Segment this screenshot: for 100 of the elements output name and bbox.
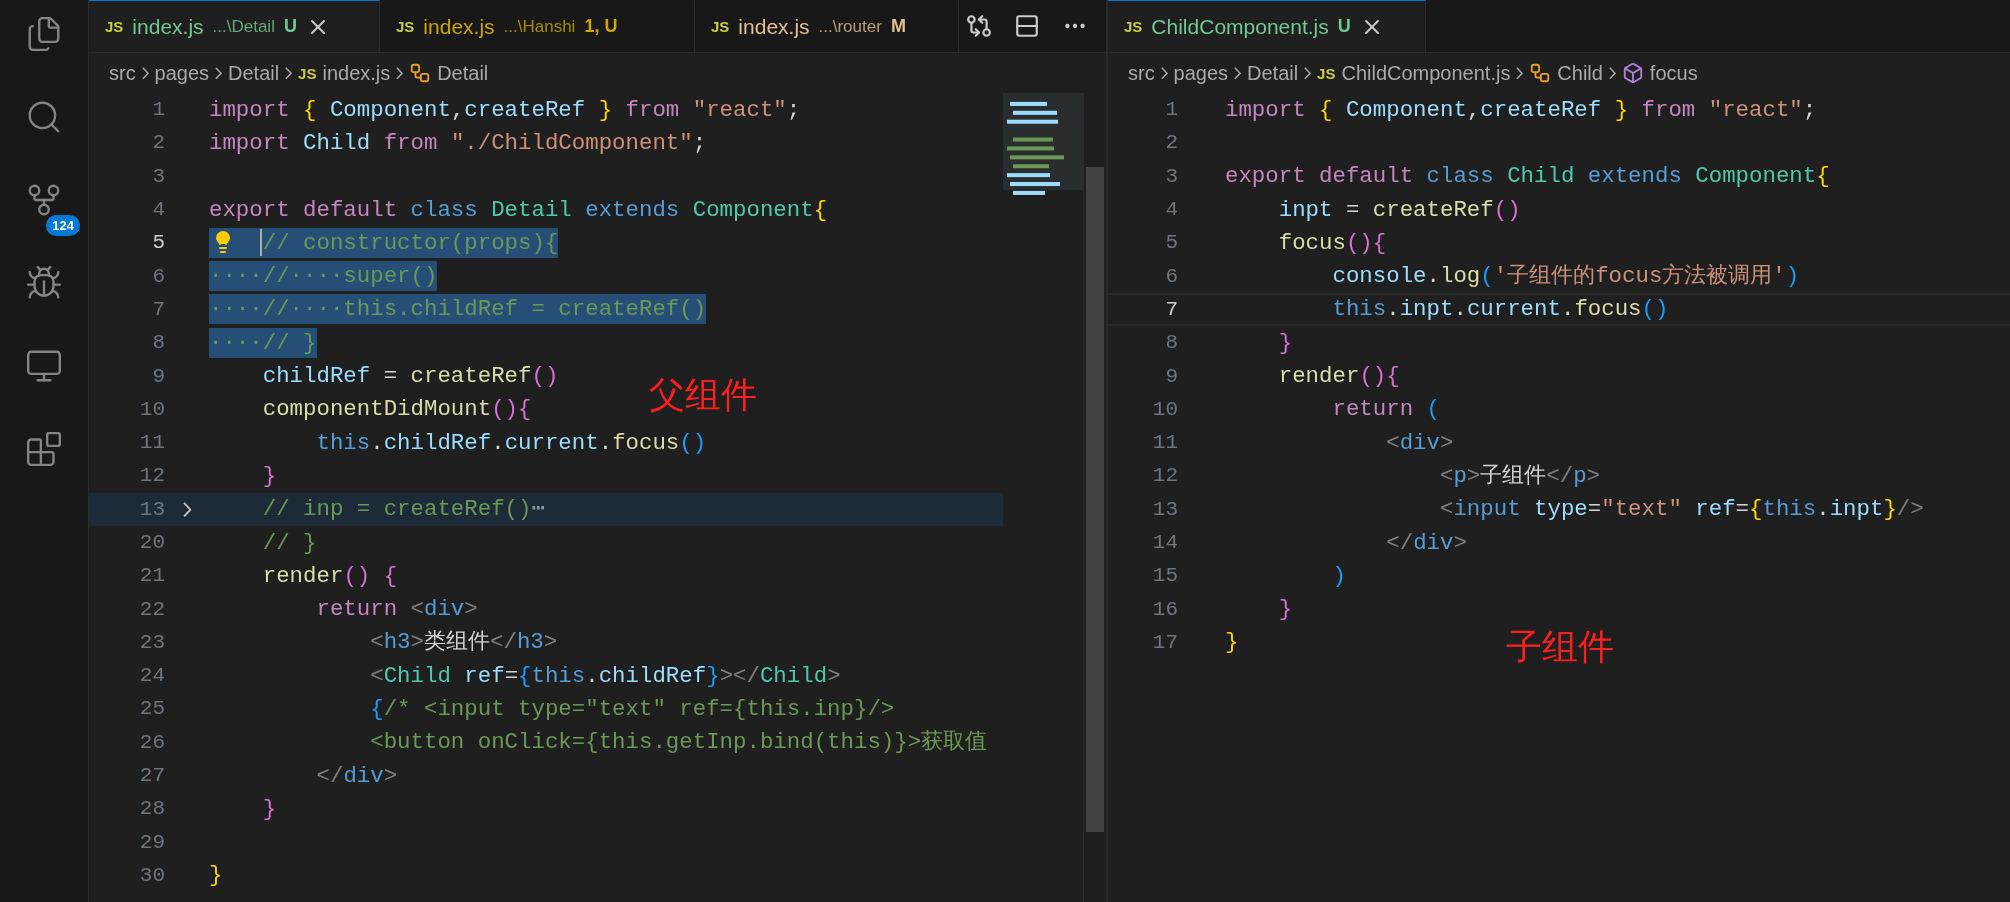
line-number: 8 (151, 331, 165, 355)
code-line: this.childRef.current.focus() (315, 428, 707, 458)
line-number: 10 (138, 397, 165, 421)
tab-git-status: U (283, 16, 297, 37)
chevron-right-icon (1234, 66, 1241, 80)
code-line: ) (1331, 561, 1346, 591)
line-number: 17 (1151, 630, 1178, 654)
tab-file-name: index.js (132, 14, 204, 39)
breadcrumb-item[interactable]: src (1128, 61, 1155, 85)
code-line: } (261, 794, 277, 824)
line-number: 14 (1151, 531, 1178, 554)
split-editor-icon[interactable] (1014, 13, 1040, 39)
js-file-icon: JS (298, 64, 317, 82)
tab-path: ...\Hanshi (503, 16, 576, 37)
line-number: 7 (151, 297, 165, 321)
code-line: } (1277, 595, 1293, 625)
chevron-right-icon (215, 66, 222, 80)
code-line: {/* <input type="text" ref={this.inp}/> (369, 695, 895, 724)
line-number: 11 (138, 431, 165, 455)
class-symbol-icon (1529, 62, 1552, 84)
line-number: 1 (151, 98, 165, 122)
line-number: 2 (151, 131, 165, 155)
line-number: 2 (1164, 131, 1178, 155)
text-cursor (260, 229, 262, 257)
line-number: 10 (1151, 397, 1178, 421)
chevron-right-icon[interactable] (182, 501, 192, 517)
line-number: 16 (1151, 597, 1178, 621)
line-number: 20 (138, 531, 165, 554)
line-number: 11 (1151, 431, 1178, 455)
code-line: // inp = createRef()⋯ (261, 495, 545, 525)
code-line: focus(){ (1277, 228, 1387, 258)
notification-badge: 124 (44, 213, 82, 238)
line-number: 13 (1151, 497, 1178, 521)
editor-tab[interactable]: JS index.js ...\Detail U (89, 0, 380, 52)
breadcrumb-item[interactable]: focus (1649, 61, 1698, 85)
code-line: render() { (261, 561, 398, 591)
line-number: 28 (138, 797, 165, 821)
code-line: // } (261, 528, 317, 558)
line-number: 9 (151, 364, 165, 388)
breadcrumb-item[interactable]: index.js (322, 61, 391, 85)
cube-icon (1621, 62, 1644, 84)
breadcrumb-item[interactable]: Child (1557, 61, 1603, 85)
chevron-right-icon (1608, 66, 1616, 80)
breadcrumb-item[interactable]: Detail (437, 61, 489, 85)
chevron-right-icon (285, 66, 293, 80)
chevron-right-icon (1516, 66, 1524, 80)
tab-git-status: U (1337, 16, 1351, 37)
code-line: } (209, 861, 223, 891)
line-number: 21 (138, 564, 165, 588)
code-line: } (1225, 628, 1239, 658)
code-line: import Child from "./ChildComponent"; (209, 128, 707, 158)
js-file-icon: JS (396, 18, 415, 35)
line-number: 27 (138, 764, 165, 788)
line-number: 23 (138, 630, 165, 654)
line-number: 3 (1164, 164, 1178, 188)
annotation-label: 子组件 (1506, 625, 1614, 669)
code-line: <div> (1385, 428, 1454, 458)
line-number: 5 (151, 231, 165, 255)
breadcrumb-item[interactable]: pages (1173, 61, 1229, 85)
line-number: 25 (138, 697, 165, 721)
tab-file-name: ChildComponent.js (1151, 14, 1329, 39)
breadcrumb-item[interactable]: pages (154, 61, 210, 85)
js-file-icon: JS (711, 18, 730, 35)
code-line: inpt = createRef() (1277, 195, 1521, 225)
chevron-right-icon (396, 66, 404, 80)
class-symbol-icon (409, 62, 432, 84)
code-line: childRef = createRef() (261, 362, 559, 391)
breadcrumb-item[interactable]: Detail (1247, 61, 1299, 85)
js-file-icon: JS (105, 18, 124, 35)
code-line: </div> (1385, 528, 1467, 558)
line-number: 24 (138, 664, 165, 688)
chevron-right-icon (141, 66, 149, 80)
code-line: console.log('子组件的focus方法被调用') (1331, 262, 1800, 292)
chevron-right-icon (1304, 66, 1312, 80)
scrollbar-thumb[interactable] (1086, 167, 1104, 832)
line-number: 7 (1164, 297, 1178, 321)
breadcrumb-item[interactable]: ChildComponent.js (1341, 61, 1511, 85)
breadcrumb-item[interactable]: src (109, 61, 136, 85)
tab-path: ...\router (818, 16, 882, 37)
annotation-label: 父组件 (649, 373, 757, 417)
extensions-icon[interactable] (25, 430, 63, 468)
line-number: 22 (138, 597, 165, 621)
line-number: 6 (151, 264, 165, 288)
js-file-icon: JS (1124, 18, 1143, 35)
tab-git-status: M (890, 16, 906, 37)
line-number: 4 (151, 198, 165, 222)
breadcrumb-item[interactable]: Detail (228, 61, 280, 85)
code-line: import { Component,createRef } from "react"; (209, 95, 801, 125)
line-number: 6 (1164, 264, 1178, 288)
code-line: return <div> (315, 595, 478, 625)
code-line: <p>子组件</p> (1439, 461, 1601, 491)
code-line: </div> (315, 761, 398, 791)
code-line: } (1277, 328, 1293, 358)
editor-tab[interactable]: JS ChildComponent.js U (1108, 0, 1426, 52)
code-line: } (261, 461, 277, 491)
line-number: 3 (151, 164, 165, 188)
compare-changes-icon[interactable] (966, 13, 992, 39)
code-line: <button onClick={this.getInp.bind(this)}>获取值 (369, 728, 988, 758)
line-number: 9 (1164, 364, 1178, 388)
code-line: export default class Child extends Component{ (1225, 162, 1830, 192)
